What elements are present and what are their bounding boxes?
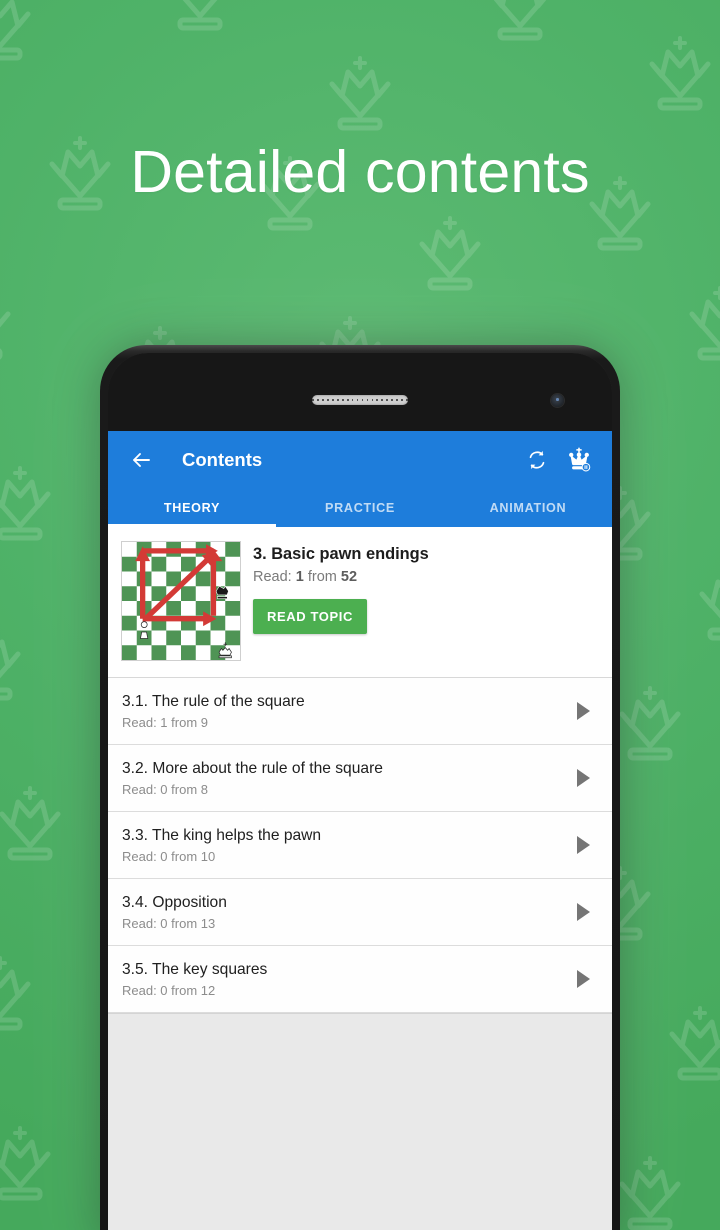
chapter-title: 3.5. The key squares: [122, 961, 268, 979]
front-camera-icon: [551, 394, 564, 407]
chapter-progress: Read: 0 from 13: [122, 915, 216, 931]
chapter-text: 3.3. The king helps the pawn Read: 0 fro…: [122, 826, 570, 863]
play-arrow-icon[interactable]: [570, 765, 596, 791]
play-arrow-icon[interactable]: [570, 832, 596, 858]
phone-top-bezel: [108, 353, 612, 431]
chapter-list: 3.1. The rule of the square Read: 1 from…: [108, 678, 612, 1013]
speaker-grille-icon: [312, 395, 408, 405]
app-bar: Contents THEORY PRACTICE ANIMATION: [108, 431, 612, 527]
tab-practice-label: PRACTICE: [325, 501, 395, 515]
tab-animation-label: ANIMATION: [489, 501, 567, 515]
chapter-progress: Read: 1 from 9: [122, 714, 208, 730]
chapter-row-2[interactable]: 3.2. More about the rule of the square R…: [108, 745, 612, 812]
phone-mockup: Contents THEORY PRACTICE ANIMATION 3. Ba…: [100, 345, 620, 1230]
tab-theory[interactable]: THEORY: [108, 489, 276, 527]
play-arrow-icon[interactable]: [570, 899, 596, 925]
sync-icon[interactable]: [518, 441, 556, 479]
play-arrow-icon[interactable]: [570, 966, 596, 992]
chapter-text: 3.4. Opposition Read: 0 from 13: [122, 893, 570, 930]
chapter-progress: Read: 0 from 8: [122, 781, 208, 797]
tab-animation[interactable]: ANIMATION: [444, 489, 612, 527]
chessboard-diagram-icon: [121, 541, 241, 661]
chapter-row-1[interactable]: 3.1. The rule of the square Read: 1 from…: [108, 678, 612, 745]
topic-progress: Read: 1 from 52: [253, 569, 600, 585]
promo-screenshot: Detailed contents Contents THEORY PRACTI…: [0, 0, 720, 1230]
chapter-progress: Read: 0 from 10: [122, 848, 216, 864]
current-topic-card[interactable]: 3. Basic pawn endings Read: 1 from 52 RE…: [108, 527, 612, 678]
topic-progress-middle: from: [303, 568, 341, 585]
chapter-text: 3.2. More about the rule of the square R…: [122, 759, 570, 796]
chapter-title: 3.2. More about the rule of the square: [122, 760, 383, 778]
topic-progress-prefix: Read:: [253, 568, 296, 585]
app-bar-title: Contents: [182, 449, 263, 470]
phone-screen-frame: Contents THEORY PRACTICE ANIMATION 3. Ba…: [108, 353, 612, 1230]
chapter-text: 3.1. The rule of the square Read: 1 from…: [122, 692, 570, 729]
chapter-text: 3.5. The key squares Read: 0 from 12: [122, 960, 570, 997]
chapter-title: 3.4. Opposition: [122, 894, 227, 912]
chapter-row-5[interactable]: 3.5. The key squares Read: 0 from 12: [108, 946, 612, 1013]
chapter-progress: Read: 0 from 12: [122, 982, 216, 998]
topic-progress-read: 1: [295, 568, 304, 585]
tab-bar: THEORY PRACTICE ANIMATION: [108, 489, 612, 527]
topic-info: 3. Basic pawn endings Read: 1 from 52 RE…: [241, 541, 600, 661]
app-screen: Contents THEORY PRACTICE ANIMATION 3. Ba…: [108, 431, 612, 1230]
list-empty-area: [108, 1013, 612, 1230]
chapter-title: 3.3. The king helps the pawn: [122, 827, 322, 845]
back-arrow-icon[interactable]: [124, 443, 158, 477]
promo-headline: Detailed contents: [130, 139, 590, 205]
topic-title: 3. Basic pawn endings: [253, 545, 429, 563]
chess-king-crown-icon[interactable]: [560, 441, 598, 479]
tab-practice[interactable]: PRACTICE: [276, 489, 444, 527]
read-topic-button[interactable]: READ TOPIC: [253, 598, 367, 634]
tab-theory-label: THEORY: [163, 501, 221, 515]
chapter-title: 3.1. The rule of the square: [122, 693, 305, 711]
play-arrow-icon[interactable]: [570, 698, 596, 724]
chapter-row-4[interactable]: 3.4. Opposition Read: 0 from 13: [108, 879, 612, 946]
topic-progress-total: 52: [340, 568, 358, 585]
chapter-row-3[interactable]: 3.3. The king helps the pawn Read: 0 fro…: [108, 812, 612, 879]
